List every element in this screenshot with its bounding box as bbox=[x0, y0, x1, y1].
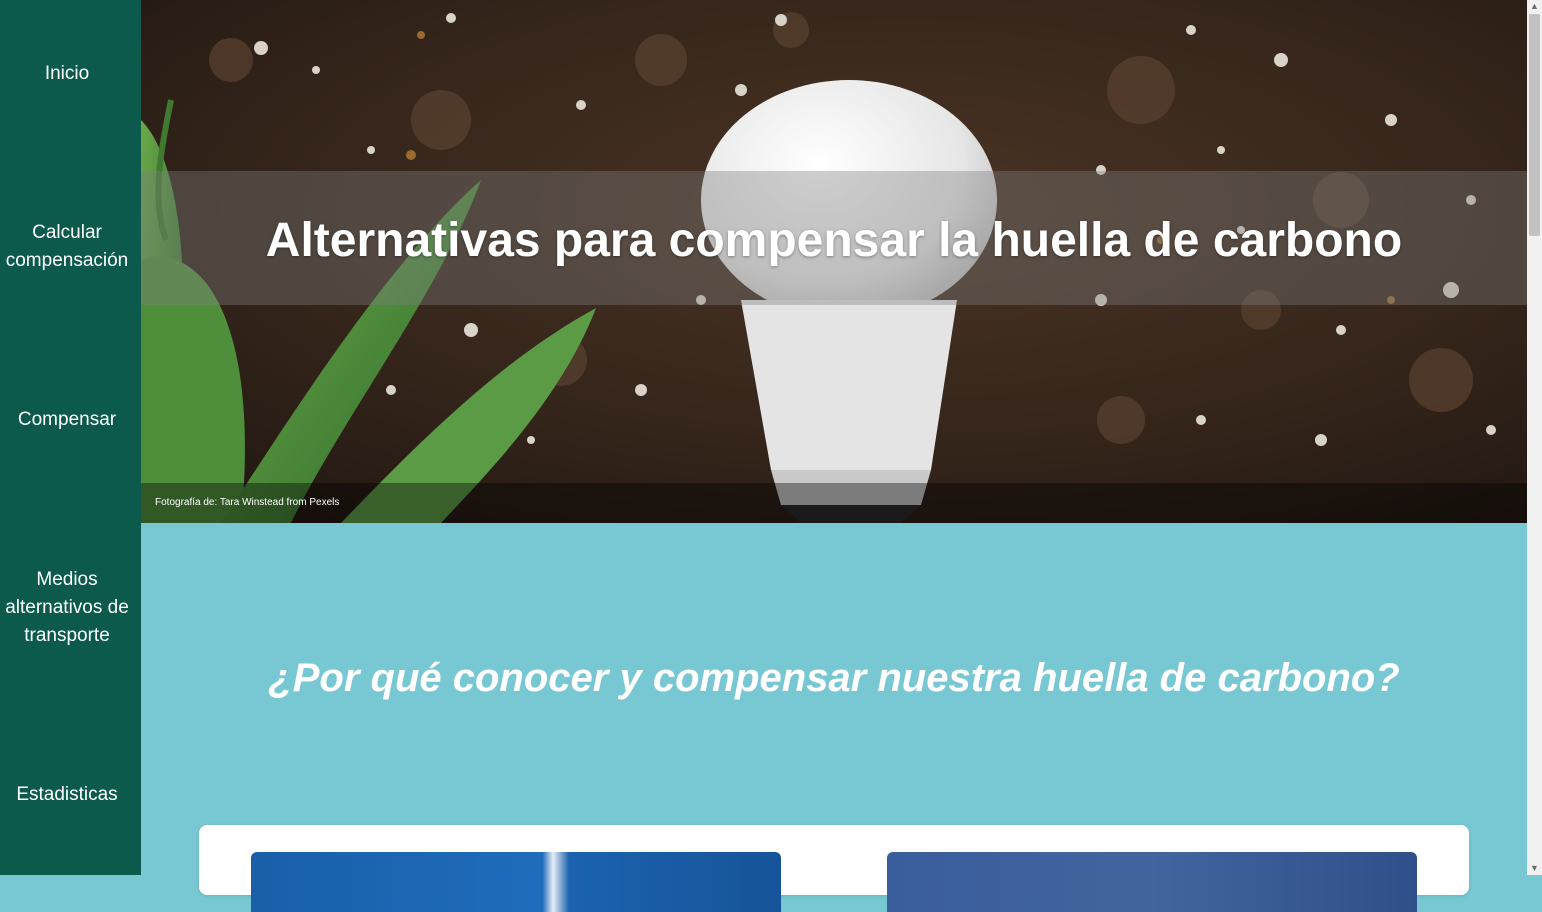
nav-item-inicio[interactable]: Inicio bbox=[0, 60, 134, 88]
section-title: ¿Por qué conocer y compensar nuestra hue… bbox=[268, 656, 1400, 700]
vertical-scrollbar[interactable]: ▲ ▼ bbox=[1527, 0, 1542, 875]
hero-title: Alternativas para compensar la huella de… bbox=[265, 214, 1403, 267]
photo-caption-bar: Fotografía de: Tara Winstead from Pexels bbox=[141, 483, 1527, 523]
card-image-right bbox=[887, 852, 1417, 912]
nav-item-compensar[interactable]: Compensar bbox=[0, 406, 134, 434]
scroll-down-icon[interactable]: ▼ bbox=[1527, 862, 1542, 874]
sidebar-nav: Inicio Calcular compensación Compensar M… bbox=[0, 0, 141, 875]
nav-item-estadisticas[interactable]: Estadisticas bbox=[0, 781, 134, 809]
nav-item-calcular-compensacion[interactable]: Calcular compensación bbox=[0, 219, 134, 275]
card-image-left bbox=[251, 852, 781, 912]
scroll-up-icon[interactable]: ▲ bbox=[1527, 0, 1542, 12]
nav-item-medios-alternativos-de-transporte[interactable]: Medios alternativos de transporte bbox=[0, 566, 134, 650]
photo-credit: Fotografía de: Tara Winstead from Pexels bbox=[155, 497, 340, 508]
cards-panel bbox=[199, 825, 1469, 912]
scroll-thumb[interactable] bbox=[1529, 14, 1540, 236]
hero-banner: Alternativas para compensar la huella de… bbox=[141, 0, 1527, 523]
